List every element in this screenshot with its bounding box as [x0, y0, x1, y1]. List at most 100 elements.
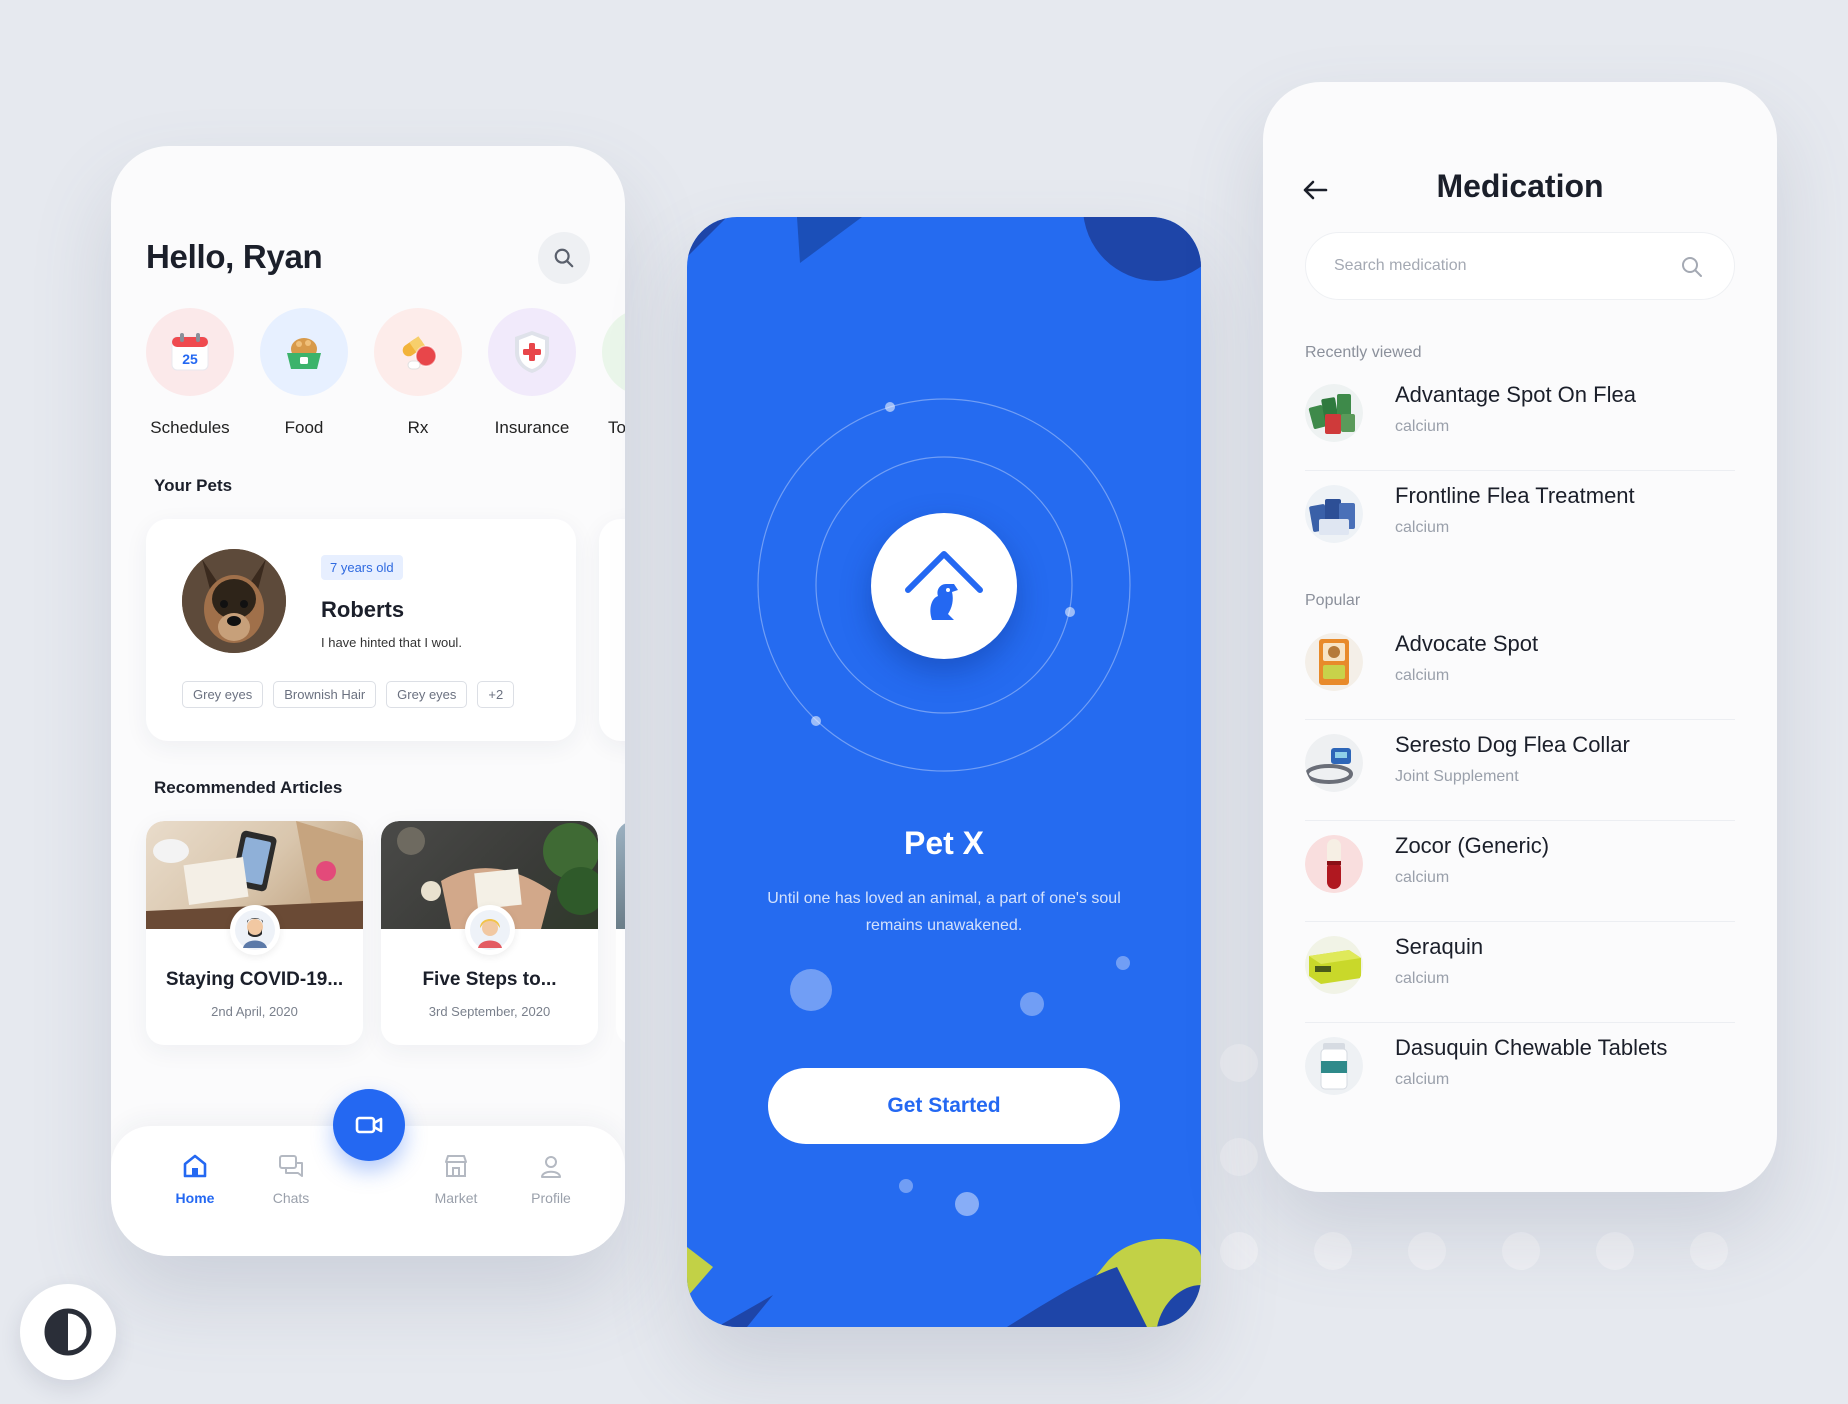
medication-thumbnail	[1305, 384, 1363, 442]
pills-icon	[374, 308, 462, 396]
pet-description: I have hinted that I woul.	[321, 635, 462, 650]
category-label: To	[608, 418, 625, 437]
medication-name: Zocor (Generic)	[1395, 833, 1550, 858]
pet-age-badge: 7 years old	[321, 555, 403, 580]
author-avatar	[230, 905, 280, 955]
category-label: Rx	[407, 418, 429, 437]
search-icon	[1682, 257, 1702, 277]
medication-list-item[interactable]: Advantage Spot On Flea calcium	[1305, 370, 1735, 471]
tab-label: Profile	[531, 1190, 571, 1206]
pet-name: Roberts	[321, 597, 405, 622]
video-call-button[interactable]	[333, 1089, 405, 1161]
article-card[interactable]: Five Steps to... 3rd September, 2020	[381, 821, 598, 1045]
medication-type: calcium	[1395, 970, 1450, 987]
pet-card[interactable]: 7 years old Roberts I have hinted that I…	[146, 519, 576, 741]
food-bowl-icon	[260, 308, 348, 396]
medication-list-item[interactable]: Frontline Flea Treatment calcium	[1305, 471, 1735, 572]
greeting-title: Hello, Ryan	[146, 238, 323, 275]
category-food[interactable]: Food	[260, 308, 348, 438]
category-label: Schedules	[150, 418, 230, 437]
medication-name: Dasuquin Chewable Tablets	[1395, 1035, 1668, 1060]
pet-tag: Grey eyes	[386, 681, 468, 708]
onboarding-screen: Pet X Until one has loved an animal, a p…	[687, 217, 1201, 1327]
article-card-next[interactable]	[616, 821, 625, 1045]
medication-type: calcium	[1395, 667, 1450, 684]
more-category-icon	[602, 308, 625, 396]
medication-thumbnail	[1305, 835, 1363, 893]
app-logo	[871, 513, 1017, 659]
medication-search-box	[1305, 232, 1735, 300]
medication-name: Frontline Flea Treatment	[1395, 483, 1635, 508]
your-pets-title: Your Pets	[154, 476, 233, 495]
tab-chats[interactable]: Chats	[251, 1152, 331, 1206]
medication-screen: Medication Recently viewed Advantage Spo…	[1263, 82, 1777, 1192]
medication-type: calcium	[1395, 1071, 1450, 1088]
category-schedules[interactable]: 25 Schedules	[146, 308, 234, 438]
popular-label: Popular	[1305, 592, 1361, 609]
medication-list-item[interactable]: Seresto Dog Flea Collar Joint Supplement	[1305, 720, 1735, 821]
articles-row: Staying COVID-19... 2nd April, 2020 Five…	[146, 821, 625, 1045]
medication-name: Advantage Spot On Flea	[1395, 382, 1636, 407]
tab-label: Chats	[272, 1190, 310, 1206]
calendar-day: 25	[182, 351, 198, 367]
shield-cross-icon	[488, 308, 576, 396]
search-icon	[554, 248, 574, 268]
medication-type: Joint Supplement	[1395, 768, 1519, 785]
pet-tags: Grey eyes Brownish Hair Grey eyes +2	[182, 681, 515, 708]
calendar-icon: 25	[146, 308, 234, 396]
medication-list-item[interactable]: Zocor (Generic) calcium	[1305, 821, 1735, 922]
category-insurance[interactable]: Insurance	[488, 308, 576, 438]
contrast-icon	[44, 1308, 92, 1356]
pet-tag-more[interactable]: +2	[477, 681, 515, 708]
house-dog-icon	[905, 551, 983, 620]
splash-decoration	[687, 217, 1201, 1327]
theme-toggle-button[interactable]	[20, 1284, 116, 1380]
recommended-articles-title: Recommended Articles	[154, 778, 343, 797]
video-icon	[355, 1116, 383, 1134]
page-title: Medication	[1436, 168, 1604, 204]
tab-market[interactable]: Market	[416, 1152, 496, 1206]
article-title: Staying COVID-19...	[165, 969, 344, 990]
medication-thumbnail	[1305, 936, 1363, 994]
pet-tag: Brownish Hair	[273, 681, 377, 708]
category-label: Insurance	[494, 418, 570, 437]
home-icon	[183, 1154, 207, 1178]
medication-type: calcium	[1395, 418, 1450, 435]
medication-search-input[interactable]	[1334, 233, 1664, 299]
article-title: Five Steps to...	[422, 969, 557, 990]
medication-list-item[interactable]: Seraquin calcium	[1305, 922, 1735, 1023]
category-rx[interactable]: Rx	[374, 308, 462, 438]
pet-photo	[182, 549, 286, 653]
home-screen: Hello, Ryan 25 Schedules Food Rx Insuran…	[111, 146, 625, 1256]
search-button[interactable]	[538, 232, 590, 284]
medication-thumbnail	[1305, 633, 1363, 691]
tab-label: Market	[434, 1190, 478, 1206]
app-title: Pet X	[903, 825, 985, 861]
medication-name: Seraquin	[1395, 934, 1484, 959]
medication-thumbnail	[1305, 734, 1363, 792]
chat-icon	[279, 1155, 303, 1177]
app-tagline: Until one has loved an animal, a part of…	[767, 890, 1121, 934]
category-more[interactable]: To	[602, 308, 625, 438]
medication-name: Advocate Spot	[1395, 631, 1539, 656]
medication-thumbnail	[1305, 1037, 1363, 1095]
medication-type: calcium	[1395, 519, 1450, 536]
medication-list-item[interactable]: Dasuquin Chewable Tablets calcium	[1305, 1023, 1735, 1124]
category-row: 25 Schedules Food Rx Insurance To	[146, 308, 625, 438]
store-icon	[445, 1155, 467, 1177]
pet-card-next[interactable]	[599, 519, 625, 741]
article-card[interactable]: Staying COVID-19... 2nd April, 2020	[146, 821, 363, 1045]
recently-viewed-label: Recently viewed	[1305, 344, 1422, 361]
medication-list-item[interactable]: Advocate Spot calcium	[1305, 619, 1735, 720]
tab-home[interactable]: Home	[155, 1152, 235, 1206]
tab-label: Home	[175, 1190, 215, 1206]
medication-name: Seresto Dog Flea Collar	[1395, 732, 1630, 757]
medication-type: calcium	[1395, 869, 1450, 886]
article-date: 3rd September, 2020	[428, 1004, 551, 1019]
user-icon	[541, 1156, 561, 1178]
tab-profile[interactable]: Profile	[511, 1152, 591, 1206]
article-date: 2nd April, 2020	[211, 1004, 298, 1019]
get-started-button[interactable]: Get Started	[768, 1068, 1120, 1144]
author-avatar	[465, 905, 515, 955]
medication-thumbnail	[1305, 485, 1363, 543]
